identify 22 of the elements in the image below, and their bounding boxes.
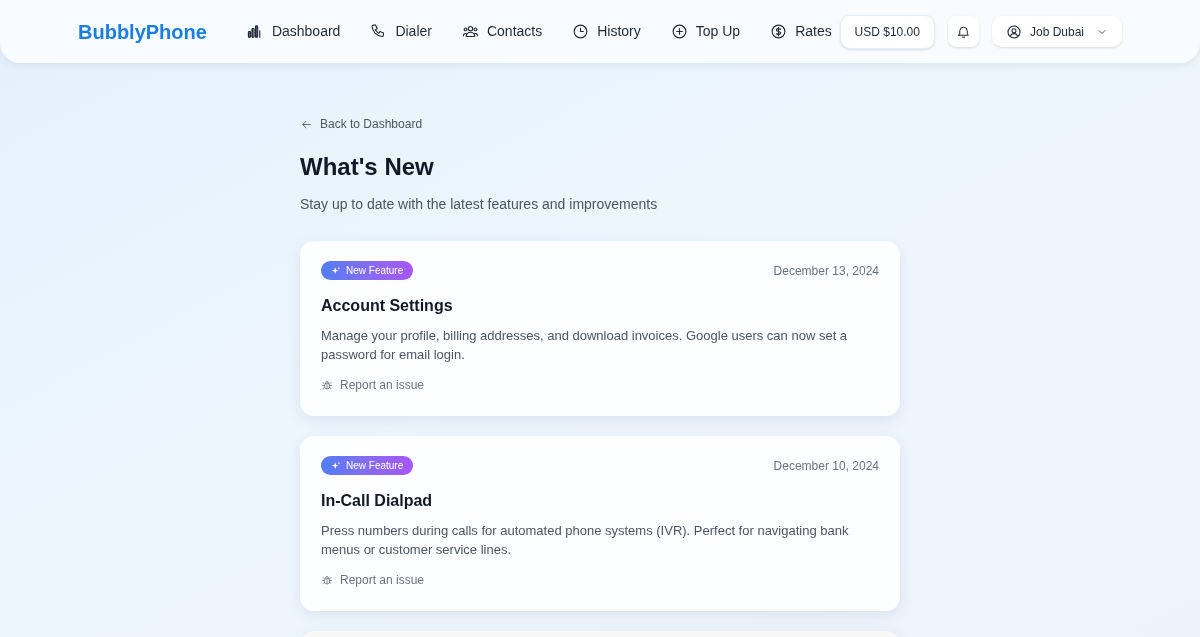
- date-label: December 10, 2024: [773, 457, 879, 475]
- nav-link[interactable]: Contacts: [461, 21, 543, 42]
- back-link[interactable]: Back to Dashboard: [300, 115, 423, 133]
- nav-link[interactable]: History: [572, 21, 641, 42]
- card-description: Manage your profile, billing addresses, and download invoices. Google users can now set a password for email login.: [321, 327, 849, 364]
- date-label: December 13, 2024: [773, 262, 879, 280]
- nav-link[interactable]: Top Up: [670, 21, 741, 42]
- page-subtitle: Stay up to date with the latest features and improvements: [300, 195, 659, 214]
- logo[interactable]: BubblyPhone: [78, 16, 207, 47]
- nav-link[interactable]: Dashboard: [246, 21, 341, 42]
- nav-link[interactable]: Dialer: [370, 21, 432, 42]
- card-description: Press numbers during calls for automated phone systems (IVR). Perfect for navigating bank menus or customer service lines.: [321, 522, 850, 559]
- card-title: Account Settings: [321, 296, 454, 316]
- nav-link[interactable]: Rates: [770, 21, 832, 42]
- new-feature-badge: New Feature: [321, 261, 414, 280]
- page-title: What's New: [300, 152, 435, 182]
- new-feature-badge: New Feature: [321, 456, 414, 475]
- balance-button[interactable]: USD $10.00: [839, 14, 935, 49]
- report-issue-link[interactable]: Report an issue: [321, 571, 425, 589]
- user-menu-button[interactable]: Job Dubai: [991, 16, 1122, 47]
- report-issue-link[interactable]: Report an issue: [321, 376, 425, 394]
- card-title: In-Call Dialpad: [321, 491, 434, 511]
